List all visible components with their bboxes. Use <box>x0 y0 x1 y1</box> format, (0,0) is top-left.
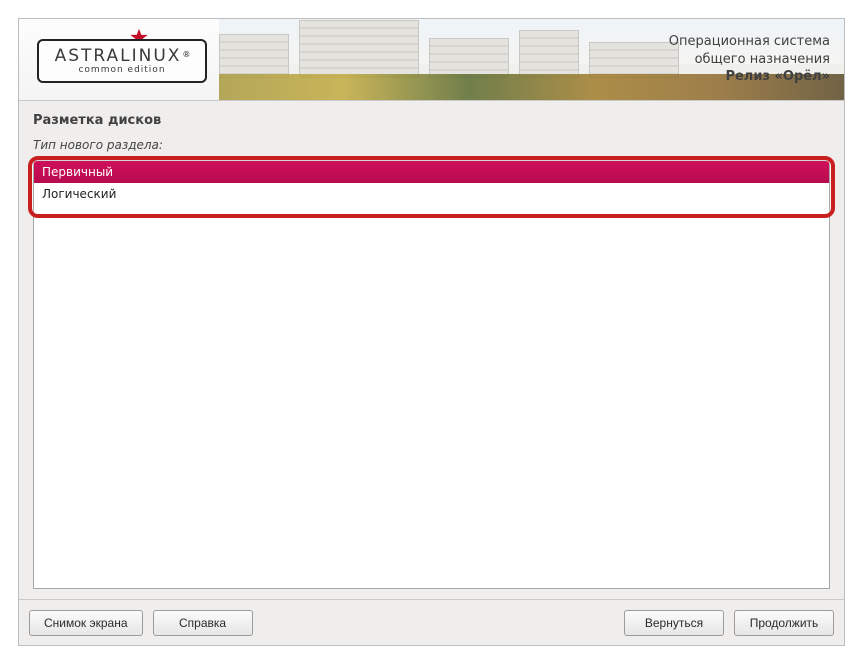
logo-subtitle: common edition <box>78 65 165 75</box>
body: Разметка дисков Тип нового раздела: Перв… <box>19 101 844 599</box>
screenshot-button[interactable]: Снимок экрана <box>29 610 143 636</box>
astralinux-logo: ASTRALINUX® common edition <box>37 31 217 89</box>
page-title: Разметка дисков <box>33 113 830 128</box>
back-button[interactable]: Вернуться <box>624 610 724 636</box>
release-name: Релиз «Орёл» <box>669 68 830 86</box>
option-label: Первичный <box>42 165 113 179</box>
option-logical[interactable]: Логический <box>34 183 829 205</box>
installer-window: ASTRALINUX® common edition Операционная … <box>18 18 845 646</box>
prompt-label: Тип нового раздела: <box>33 138 830 152</box>
os-line2: общего назначения <box>669 51 830 69</box>
banner-text: Операционная система общего назначения Р… <box>669 33 830 86</box>
footer: Снимок экрана Справка Вернуться Продолжи… <box>19 599 844 645</box>
os-line1: Операционная система <box>669 33 830 51</box>
logo-name: ASTRALINUX <box>55 46 182 66</box>
option-primary[interactable]: Первичный <box>34 161 829 183</box>
option-label: Логический <box>42 187 116 201</box>
banner: ASTRALINUX® common edition Операционная … <box>19 19 844 101</box>
partition-type-list: Первичный Логический <box>33 160 830 589</box>
continue-button[interactable]: Продолжить <box>734 610 834 636</box>
help-button[interactable]: Справка <box>153 610 253 636</box>
